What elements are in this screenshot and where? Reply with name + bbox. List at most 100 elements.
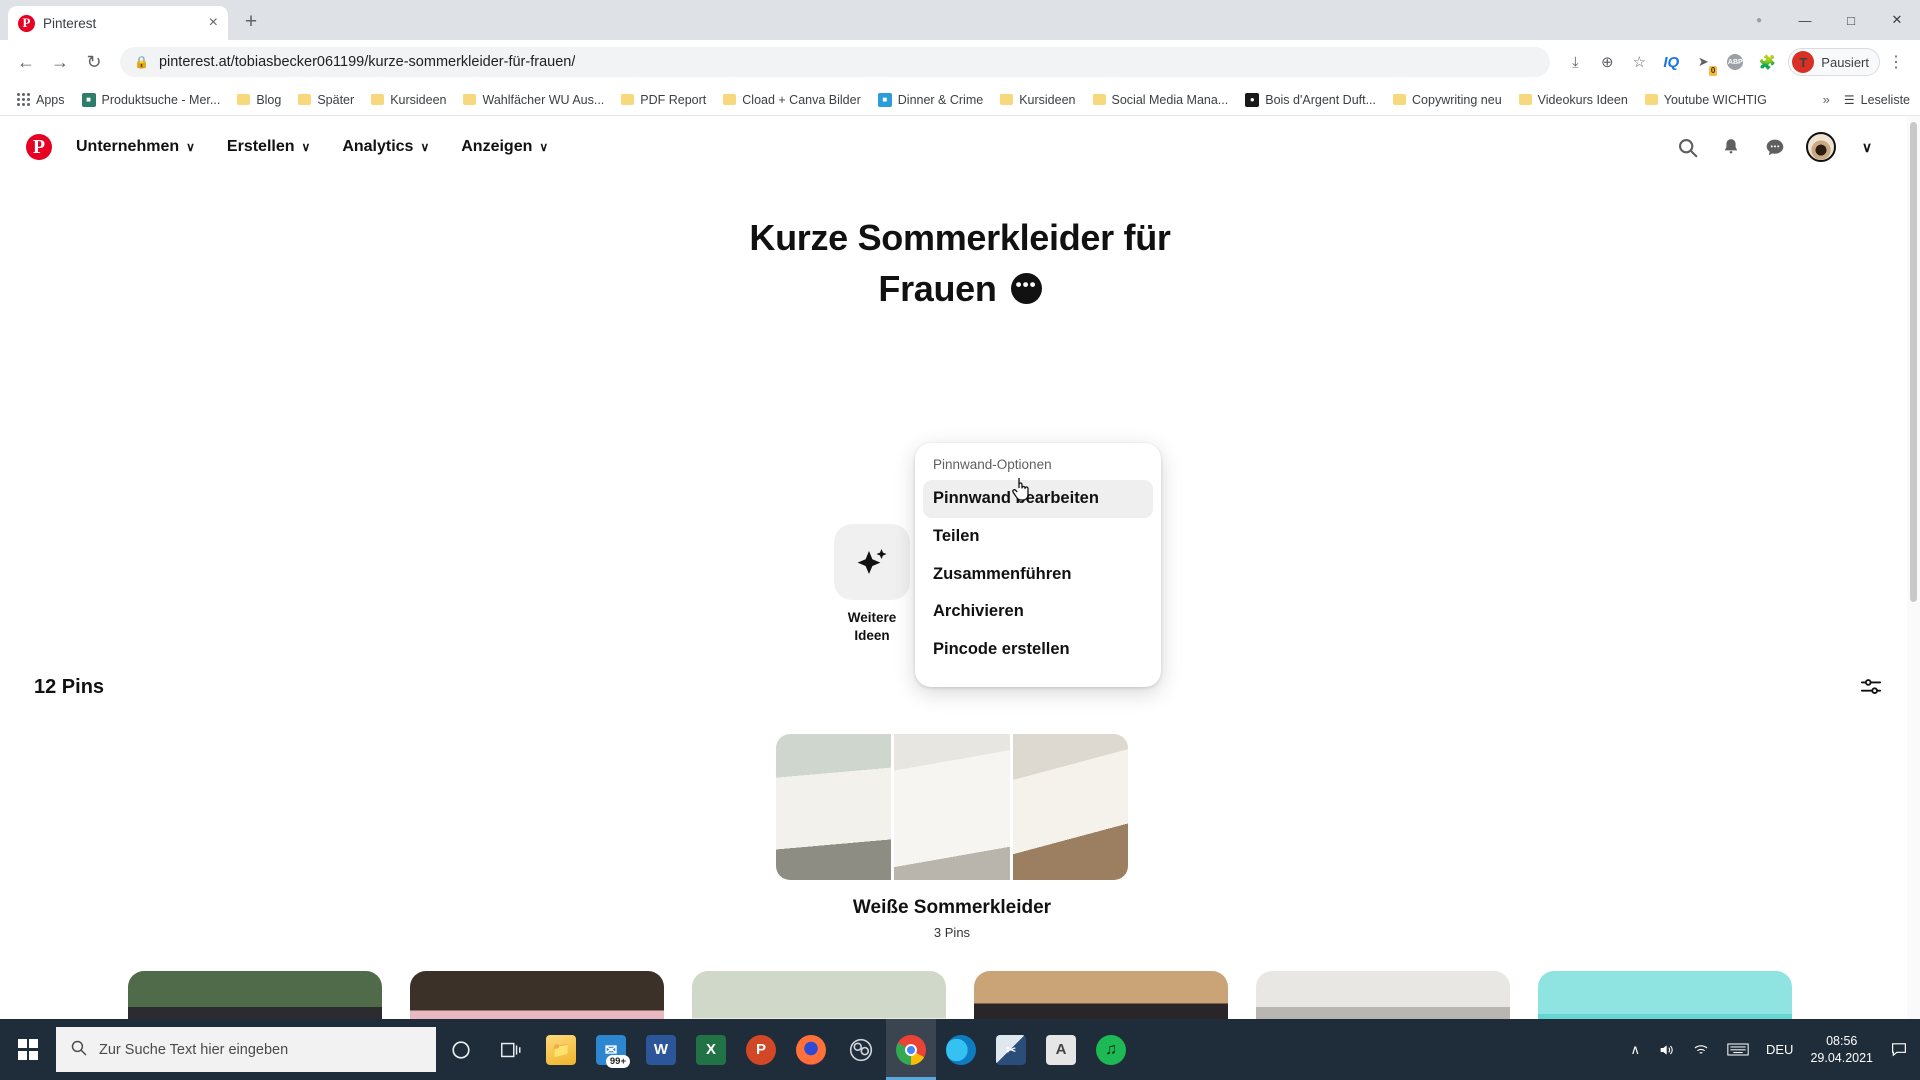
chrome-browser-window: P Pinterest × + ● — □ ✕ ← → ↻ 🔒 pinteres… — [0, 0, 1920, 1019]
bookmarks-overflow-icon[interactable]: » — [1823, 92, 1830, 107]
profile-chip[interactable]: T Pausiert — [1788, 48, 1880, 76]
pinterest-logo-icon[interactable]: P — [26, 134, 52, 160]
wifi-icon[interactable] — [1692, 1042, 1710, 1058]
pinterest-header: P Unternehmen ∨ Erstellen ∨ Analytics ∨ … — [0, 116, 1920, 178]
close-tab-icon[interactable]: × — [209, 15, 218, 31]
messages-icon[interactable] — [1762, 134, 1788, 160]
forward-button[interactable]: → — [44, 46, 76, 78]
adblock-plus-icon[interactable]: ABP — [1720, 47, 1750, 77]
spotify-icon[interactable]: ♫ — [1086, 1019, 1136, 1080]
taskbar-search-input[interactable]: Zur Suche Text hier eingeben — [56, 1027, 436, 1072]
bookmark-produktsuche[interactable]: ■ Produktsuche - Mer... — [75, 90, 228, 110]
bookmark-kursideen-2[interactable]: Kursideen — [993, 90, 1082, 110]
zoom-icon[interactable]: ⊕ — [1592, 47, 1622, 77]
nav-item-anzeigen[interactable]: Anzeigen ∨ — [447, 130, 562, 164]
nav-item-analytics[interactable]: Analytics ∨ — [328, 130, 443, 164]
edge-icon[interactable] — [936, 1019, 986, 1080]
new-tab-button[interactable]: + — [236, 7, 266, 37]
nav-label: Erstellen — [226, 138, 295, 155]
bookmark-cload-canva[interactable]: Cload + Canva Bilder — [716, 90, 867, 110]
apps-grid-icon — [17, 93, 30, 106]
bookmark-apps[interactable]: Apps — [10, 90, 72, 110]
scrollbar-thumb[interactable] — [1910, 122, 1917, 602]
menu-item-pinnwand-bearbeiten[interactable]: Pinnwand bearbeiten — [923, 480, 1153, 518]
reading-list-icon: ☰ — [1843, 92, 1855, 107]
mail-icon[interactable]: ✉ 99+ — [586, 1019, 636, 1080]
taskbar-search-placeholder: Zur Suche Text hier eingeben — [99, 1041, 289, 1058]
bookmark-blog[interactable]: Blog — [230, 90, 288, 110]
board-section-weisse-sommerkleider[interactable]: Weiße Sommerkleider 3 Pins — [776, 734, 1128, 940]
firefox-icon[interactable] — [786, 1019, 836, 1080]
nav-item-erstellen[interactable]: Erstellen ∨ — [213, 130, 324, 164]
bookmark-bois-dargent[interactable]: ● Bois d'Argent Duft... — [1238, 90, 1383, 110]
tracker-blocker-icon[interactable]: ➤ 0 — [1688, 47, 1718, 77]
obs-studio-icon[interactable] — [836, 1019, 886, 1080]
browser-tab-pinterest[interactable]: P Pinterest × — [8, 6, 228, 40]
chrome-icon[interactable] — [886, 1019, 936, 1080]
page-title: Kurze Sommerkleider für Frauen ••• — [0, 212, 1920, 314]
cortana-circle-icon[interactable] — [436, 1019, 486, 1080]
bookmark-kursideen-1[interactable]: Kursideen — [364, 90, 453, 110]
task-view-icon[interactable] — [486, 1019, 536, 1080]
minimize-button[interactable]: — — [1782, 0, 1828, 40]
tray-chevron-up-icon[interactable]: ∧ — [1630, 1042, 1640, 1058]
volume-icon[interactable] — [1657, 1042, 1675, 1058]
bookmark-label: Wahlfächer WU Aus... — [482, 92, 605, 107]
bookmark-copywriting[interactable]: Copywriting neu — [1386, 90, 1509, 110]
file-explorer-icon[interactable]: 📁 — [536, 1019, 586, 1080]
sliders-icon[interactable] — [1856, 672, 1886, 702]
extensions-puzzle-icon[interactable]: 🧩 — [1752, 47, 1782, 77]
chrome-menu-icon[interactable]: ⋮ — [1882, 52, 1910, 72]
windows-start-icon[interactable] — [0, 1019, 56, 1080]
install-app-icon[interactable]: ⤓ — [1560, 47, 1590, 77]
bookmark-label: Cload + Canva Bilder — [742, 92, 861, 107]
account-chevron-down-icon[interactable]: ∨ — [1854, 134, 1880, 160]
bookmark-pdf-report[interactable]: PDF Report — [614, 90, 713, 110]
clock[interactable]: 08:56 29.04.2021 — [1810, 1033, 1873, 1067]
pin-grey-tank-dress[interactable] — [1256, 971, 1510, 1019]
reading-list-button[interactable]: ☰ Leseliste — [1844, 93, 1910, 107]
bookmark-star-icon[interactable]: ☆ — [1624, 47, 1654, 77]
pin-black-dress-tan-background[interactable] — [974, 971, 1228, 1019]
back-button[interactable]: ← — [10, 46, 42, 78]
sparkle-icon — [834, 524, 910, 600]
bookmark-wahlfaecher[interactable]: Wahlfächer WU Aus... — [456, 90, 611, 110]
more-ideas-card[interactable]: Weitere Ideen — [824, 524, 920, 645]
pin-pink-floral-dress[interactable] — [410, 971, 664, 1019]
menu-item-pincode-erstellen[interactable]: Pincode erstellen — [923, 631, 1153, 669]
notifications-bell-icon[interactable] — [1718, 134, 1744, 160]
language-indicator[interactable]: DEU — [1766, 1042, 1793, 1057]
excel-icon[interactable]: X — [686, 1019, 736, 1080]
pin-pastel-floral-dress[interactable] — [692, 971, 946, 1019]
screen-record-icon[interactable]: ● — [1736, 0, 1782, 40]
pin-black-white-floral-dress[interactable] — [128, 971, 382, 1019]
paint-icon[interactable]: A — [1036, 1019, 1086, 1080]
menu-item-archivieren[interactable]: Archivieren — [923, 593, 1153, 631]
bookmark-dinner-crime[interactable]: ■ Dinner & Crime — [871, 90, 990, 110]
bookmark-videokurs[interactable]: Videokurs Ideen — [1512, 90, 1635, 110]
board-options-button[interactable]: ••• — [1010, 273, 1042, 305]
reload-button[interactable]: ↻ — [78, 46, 110, 78]
nav-label: Unternehmen — [76, 138, 180, 155]
iq-extension-icon[interactable]: IQ — [1656, 47, 1686, 77]
word-icon[interactable]: W — [636, 1019, 686, 1080]
notification-icon[interactable] — [1890, 1041, 1908, 1058]
page-scrollbar[interactable] — [1907, 116, 1920, 1019]
bookmark-social-media[interactable]: Social Media Mana... — [1086, 90, 1236, 110]
address-bar[interactable]: 🔒 pinterest.at/tobiasbecker061199/kurze-… — [120, 47, 1551, 77]
keyboard-icon[interactable] — [1727, 1042, 1749, 1057]
snipping-tool-icon[interactable]: ✂ — [986, 1019, 1036, 1080]
bookmark-spaeter[interactable]: Später — [291, 90, 361, 110]
bookmark-label: PDF Report — [640, 92, 707, 107]
nav-item-unternehmen[interactable]: Unternehmen ∨ — [62, 130, 209, 164]
bookmark-label: Copywriting neu — [1412, 92, 1502, 107]
avatar[interactable] — [1806, 132, 1836, 162]
pin-turquoise-floral-top[interactable] — [1538, 971, 1792, 1019]
bookmark-youtube-wichtig[interactable]: Youtube WICHTIG — [1638, 90, 1774, 110]
menu-item-teilen[interactable]: Teilen — [923, 518, 1153, 556]
search-icon[interactable] — [1674, 134, 1700, 160]
menu-item-zusammenfuehren[interactable]: Zusammenführen — [923, 556, 1153, 594]
powerpoint-icon[interactable]: P — [736, 1019, 786, 1080]
close-window-button[interactable]: ✕ — [1874, 0, 1920, 40]
maximize-button[interactable]: □ — [1828, 0, 1874, 40]
